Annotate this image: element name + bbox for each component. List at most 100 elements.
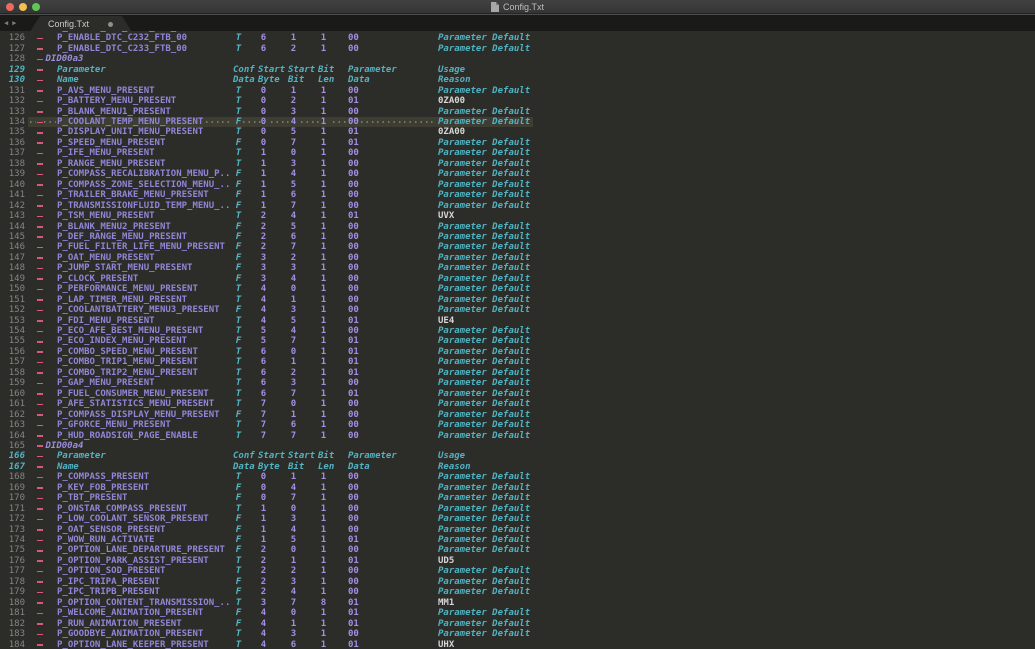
editor-line-135[interactable]: 135P_DISPLAY_UNIT_MENU_PRESENTT051010ZA0…: [0, 127, 1035, 137]
line-number[interactable]: 133: [0, 107, 25, 117]
fold-marker-icon[interactable]: [37, 216, 43, 218]
line-number[interactable]: 132: [0, 96, 25, 106]
fold-marker-icon[interactable]: [37, 226, 43, 228]
editor-line-137[interactable]: 137P_IFE_MENU_PRESENTT10100Parameter Def…: [0, 148, 1035, 158]
editor-line-159[interactable]: 159P_GAP_MENU_PRESENTT63100Parameter Def…: [0, 378, 1035, 388]
forward-icon[interactable]: ▶: [12, 19, 16, 28]
line-number[interactable]: 143: [0, 211, 25, 221]
line-number[interactable]: 141: [0, 190, 25, 200]
line-number[interactable]: 162: [0, 410, 25, 420]
editor-line-141[interactable]: 141P_TRAILER_BRAKE_MENU_PRESENTF16100Par…: [0, 190, 1035, 200]
editor-line-158[interactable]: 158P_COMBO_TRIP2_MENU_PRESENTT62101Param…: [0, 368, 1035, 378]
fold-marker-icon[interactable]: [37, 289, 43, 291]
editor-line-133[interactable]: 133P_BLANK_MENU1_PRESENTT03100Parameter …: [0, 107, 1035, 117]
editor-line-144[interactable]: 144P_BLANK_MENU2_PRESENTF25100Parameter …: [0, 222, 1035, 232]
editor-line-177[interactable]: 177P_OPTION_SOD_PRESENTT22100Parameter D…: [0, 566, 1035, 576]
editor-line-148[interactable]: 148P_JUMP_START_MENU_PRESENTF33100Parame…: [0, 263, 1035, 273]
fold-marker-icon[interactable]: [37, 351, 43, 353]
fold-marker-icon[interactable]: [37, 425, 43, 427]
editor-line-155[interactable]: 155P_ECO_INDEX_MENU_PRESENTF57101Paramet…: [0, 336, 1035, 346]
line-number[interactable]: 134: [0, 117, 25, 127]
line-number[interactable]: 172: [0, 514, 25, 524]
fold-marker-icon[interactable]: [37, 372, 43, 374]
line-number[interactable]: 164: [0, 431, 25, 441]
editor-line-147[interactable]: 147P_OAT_MENU_PRESENTF32100Parameter Def…: [0, 253, 1035, 263]
editor-line-162[interactable]: 162P_COMPASS_DISPLAY_MENU_PRESENTF71100P…: [0, 410, 1035, 420]
fold-marker-icon[interactable]: [37, 487, 43, 489]
line-number[interactable]: 170: [0, 493, 25, 503]
fold-marker-icon[interactable]: [37, 623, 43, 625]
line-number[interactable]: 151: [0, 295, 25, 305]
fold-marker-icon[interactable]: [37, 519, 43, 521]
editor-line-145[interactable]: 145P_DEF_RANGE_MENU_PRESENTF26100Paramet…: [0, 232, 1035, 242]
editor-line-164[interactable]: 164P_HUD_ROADSIGN_PAGE_ENABLET77100Param…: [0, 431, 1035, 441]
fold-marker-icon[interactable]: [37, 508, 43, 510]
editor-line-134[interactable]: 134P_COOLANT_TEMP_MENU_PRESENTF04100Para…: [0, 117, 1035, 127]
fold-marker-icon[interactable]: [37, 613, 43, 615]
line-number[interactable]: 175: [0, 545, 25, 555]
line-number[interactable]: 179: [0, 587, 25, 597]
line-number[interactable]: 147: [0, 253, 25, 263]
fold-marker-icon[interactable]: [37, 456, 43, 458]
fold-marker-icon[interactable]: [37, 414, 43, 416]
fold-marker-icon[interactable]: [37, 257, 43, 259]
fold-marker-icon[interactable]: [37, 498, 43, 500]
fold-marker-icon[interactable]: [37, 592, 43, 594]
editor-line-161[interactable]: 161P_AFE_STATISTICS_MENU_PRESENTT70100Pa…: [0, 399, 1035, 409]
editor-line-163[interactable]: 163P_GFORCE_MENU_PRESENTT76100Parameter …: [0, 420, 1035, 430]
line-number[interactable]: 129: [0, 65, 25, 75]
line-number[interactable]: 150: [0, 284, 25, 294]
fold-marker-icon[interactable]: [37, 111, 43, 113]
line-number[interactable]: 174: [0, 535, 25, 545]
line-number[interactable]: 167: [0, 462, 25, 472]
fold-marker-icon[interactable]: [37, 529, 43, 531]
fold-marker-icon[interactable]: [37, 153, 43, 155]
fold-marker-icon[interactable]: [37, 383, 43, 385]
editor-line-151[interactable]: 151P_LAP_TIMER_MENU_PRESENTT41100Paramet…: [0, 295, 1035, 305]
editor-line-170[interactable]: 170P_TBT_PRESENTF07100Parameter Default: [0, 493, 1035, 503]
fold-marker-icon[interactable]: [37, 122, 43, 124]
line-number[interactable]: 135: [0, 127, 25, 137]
line-number[interactable]: 177: [0, 566, 25, 576]
fold-marker-icon[interactable]: [37, 163, 43, 165]
editor-line-146[interactable]: 146P_FUEL_FILTER_LIFE_MENU_PRESENTF27100…: [0, 242, 1035, 252]
editor-line-175[interactable]: 175P_OPTION_LANE_DEPARTURE_PRESENTF20100…: [0, 545, 1035, 555]
editor-line-182[interactable]: 182P_RUN_ANIMATION_PRESENTF41101Paramete…: [0, 619, 1035, 629]
line-number[interactable]: 130: [0, 75, 25, 85]
editor-line-152[interactable]: 152P_COOLANTBATTERY_MENU3_PRESENTF43100P…: [0, 305, 1035, 315]
fold-marker-icon[interactable]: [37, 393, 43, 395]
line-number[interactable]: 128: [0, 54, 25, 64]
fold-marker-icon[interactable]: [37, 174, 43, 176]
fold-marker-icon[interactable]: [37, 268, 43, 270]
line-number[interactable]: 159: [0, 378, 25, 388]
fold-marker-icon[interactable]: [37, 132, 43, 134]
line-number[interactable]: 184: [0, 640, 25, 649]
line-number[interactable]: 139: [0, 169, 25, 179]
fold-marker-icon[interactable]: [37, 602, 43, 604]
editor-line-168[interactable]: 168P_COMPASS_PRESENTT01100Parameter Defa…: [0, 472, 1035, 482]
line-number[interactable]: 180: [0, 598, 25, 608]
editor-line-143[interactable]: 143P_TSM_MENU_PRESENTT24101UVX: [0, 211, 1035, 221]
fold-marker-icon[interactable]: [37, 560, 43, 562]
editor-line-181[interactable]: 181P_WELCOME_ANIMATION_PRESENTF40101Para…: [0, 608, 1035, 618]
editor-line-139[interactable]: 139P_COMPASS_RECALIBRATION_MENU_P..F1410…: [0, 169, 1035, 179]
line-number[interactable]: 140: [0, 180, 25, 190]
fold-marker-icon[interactable]: [37, 278, 43, 280]
editor-area[interactable]: 125P_ENABLE_DTC_C231_FTB_00T60100UE4126P…: [0, 31, 1035, 649]
fold-marker-icon[interactable]: [37, 540, 43, 542]
line-number[interactable]: 149: [0, 274, 25, 284]
fold-marker-icon[interactable]: [37, 59, 43, 61]
line-number[interactable]: 155: [0, 336, 25, 346]
editor-line-184[interactable]: 184P_OPTION_LANE_KEEPER_PRESENTT46101UHX: [0, 640, 1035, 649]
line-number[interactable]: 156: [0, 347, 25, 357]
fold-marker-icon[interactable]: [37, 236, 43, 238]
fold-marker-icon[interactable]: [37, 69, 43, 71]
line-number[interactable]: 182: [0, 619, 25, 629]
fold-marker-icon[interactable]: [37, 644, 43, 646]
editor-line-127[interactable]: 127P_ENABLE_DTC_C233_FTB_00T62100Paramet…: [0, 44, 1035, 54]
line-number[interactable]: 183: [0, 629, 25, 639]
editor-line-183[interactable]: 183P_GOODBYE_ANIMATION_PRESENTT43100Para…: [0, 629, 1035, 639]
fold-marker-icon[interactable]: [37, 445, 43, 447]
fold-marker-icon[interactable]: [37, 48, 43, 50]
editor-line-132[interactable]: 132P_BATTERY_MENU_PRESENTT021010ZA00: [0, 96, 1035, 106]
